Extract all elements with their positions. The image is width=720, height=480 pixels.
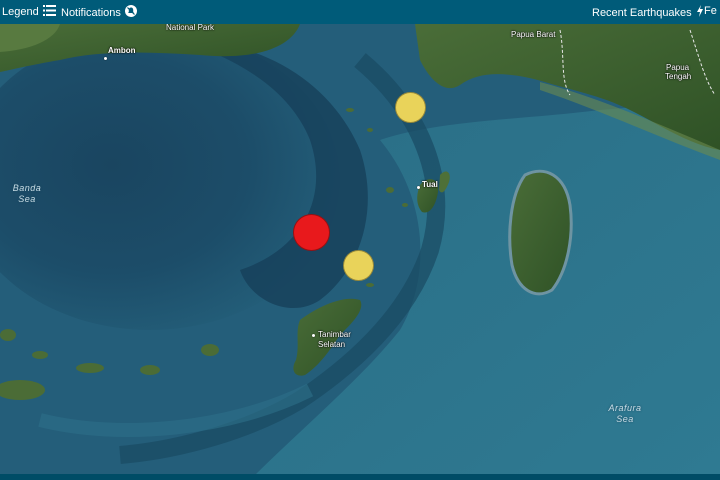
- label-arafura-sea: Arafura Sea: [602, 403, 648, 425]
- city-dot-tual: [417, 186, 420, 189]
- notifications-button[interactable]: Notifications: [61, 5, 137, 20]
- notifications-label: Notifications: [61, 6, 121, 19]
- city-dot-ambon: [104, 57, 107, 60]
- label-banda-sea: Banda Sea: [6, 183, 48, 205]
- earthquake-marker-north[interactable]: [395, 92, 426, 123]
- label-ambon: Ambon: [108, 46, 136, 55]
- city-dot-tanimbar: [312, 334, 315, 337]
- label-banda-sea-2: Sea: [18, 194, 36, 204]
- label-papua-tengah-1: Papua: [666, 63, 690, 72]
- label-tanimbar-1: Tanimbar: [318, 330, 351, 339]
- lightning-icon: [696, 5, 704, 20]
- bottom-bar: [0, 474, 720, 480]
- label-arafura-sea-2: Sea: [616, 414, 634, 424]
- label-tual: Tual: [422, 180, 438, 189]
- list-icon: [42, 5, 56, 19]
- aru-island: [508, 169, 573, 296]
- label-national-park: National Park: [166, 23, 215, 32]
- legend-button[interactable]: Legend: [2, 5, 56, 19]
- legend-label: Legend: [2, 6, 39, 18]
- label-tanimbar-2: Selatan: [318, 340, 346, 349]
- recent-earthquakes-button[interactable]: Recent Earthquakes: [592, 5, 704, 20]
- top-toolbar: Legend Notifications Recent Earthquakes: [0, 0, 720, 24]
- map-canvas[interactable]: National Park Ambon Papua Barat Papua Te…: [0, 0, 720, 480]
- label-arafura-sea-1: Arafura: [608, 403, 642, 413]
- feed-button[interactable]: Fe: [704, 5, 717, 17]
- earthquake-marker-large[interactable]: [293, 214, 330, 251]
- recent-label: Recent Earthquakes: [592, 6, 692, 19]
- feed-label: Fe: [704, 5, 717, 17]
- bell-off-icon: [124, 5, 137, 20]
- label-papua-tengah-2: Tengah: [665, 72, 692, 81]
- earthquake-marker-south[interactable]: [343, 250, 374, 281]
- label-papua-barat: Papua Barat: [511, 30, 556, 39]
- label-banda-sea-1: Banda: [12, 183, 42, 193]
